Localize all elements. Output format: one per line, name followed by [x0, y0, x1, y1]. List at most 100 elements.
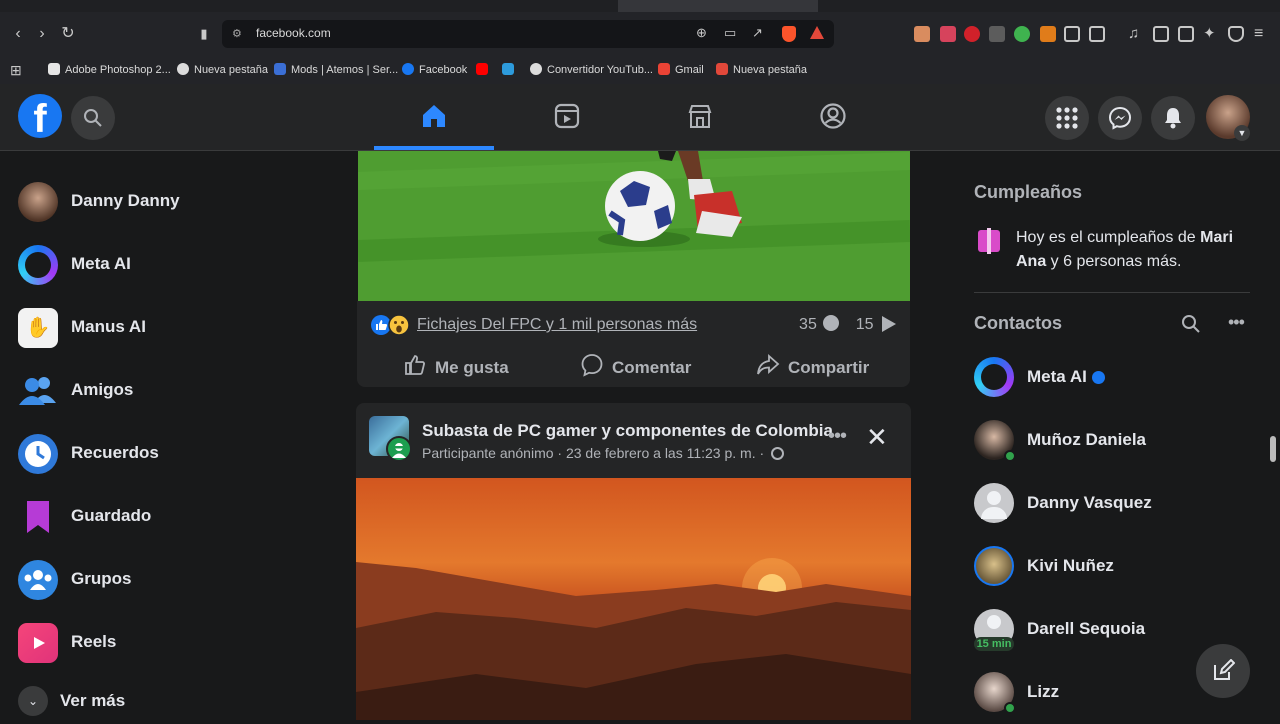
- browser-tab-strip: [0, 0, 1280, 12]
- browser-tab[interactable]: [618, 0, 818, 12]
- extension-icon[interactable]: [989, 26, 1005, 42]
- avatar: [974, 546, 1014, 586]
- menu-icon[interactable]: ≡: [1254, 26, 1270, 42]
- post-image[interactable]: [358, 151, 910, 301]
- extension-icon[interactable]: [1040, 26, 1056, 42]
- photoshop-icon: [48, 63, 60, 75]
- close-icon[interactable]: ✕: [866, 423, 888, 451]
- reload-button[interactable]: ↻: [58, 24, 78, 44]
- extension-icon[interactable]: [1089, 26, 1105, 42]
- meta-ai-inner: [981, 364, 1007, 390]
- extension-icon[interactable]: [940, 26, 956, 42]
- apps-icon[interactable]: ⊞: [10, 62, 22, 78]
- more-options-icon[interactable]: •••: [1228, 312, 1245, 333]
- contacts-title: Contactos: [974, 313, 1063, 333]
- tab-marketplace[interactable]: [645, 84, 755, 150]
- online-status-dot: [1004, 450, 1016, 462]
- extension-icon[interactable]: [964, 26, 980, 42]
- leo-ai-icon[interactable]: ✦: [1203, 26, 1219, 42]
- bookmarks-bar: ⊞ Adobe Photoshop 2... Nueva pestaña Mod…: [0, 56, 1280, 84]
- group-name[interactable]: Subasta de PC gamer y componentes de Col…: [422, 421, 833, 441]
- bookmark-item[interactable]: Mods | Atemos | Ser...: [274, 62, 398, 78]
- bell-icon: [1165, 108, 1181, 129]
- cast-icon[interactable]: ▭: [724, 25, 736, 41]
- bookmark-item[interactable]: Convertidor YouTub...: [530, 62, 653, 78]
- default-avatar-head: [987, 615, 1001, 629]
- share-icon[interactable]: ↗: [752, 25, 763, 41]
- facebook-logo[interactable]: f: [18, 94, 62, 141]
- meta-ai-inner: [25, 252, 51, 278]
- bookmark-site-icon: [502, 63, 514, 75]
- profile-icon: [820, 103, 846, 129]
- tab-reels[interactable]: [512, 84, 622, 150]
- saved-icon: [18, 497, 58, 537]
- share-count[interactable]: 15: [856, 316, 874, 333]
- groups-icon: [18, 560, 58, 600]
- brave-shield-icon[interactable]: [782, 26, 796, 42]
- bookmark-item[interactable]: Nueva pestaña: [716, 62, 807, 78]
- bookmark-item[interactable]: Gmail: [658, 62, 704, 78]
- feed-post: Subasta de PC gamer y componentes de Col…: [356, 403, 911, 720]
- bookmark-item[interactable]: [502, 62, 519, 78]
- wallet-icon[interactable]: [1178, 26, 1194, 42]
- divider: [974, 292, 1250, 293]
- birthday-text: Hoy es el cumpleaños de Mari Ana y 6 per…: [1016, 229, 1234, 270]
- sidebar-icon[interactable]: [1153, 26, 1169, 42]
- comment-button[interactable]: Comentar: [580, 353, 691, 378]
- search-icon[interactable]: [1181, 314, 1201, 334]
- default-avatar-head: [987, 491, 1001, 505]
- more-options-icon[interactable]: •••: [828, 425, 847, 448]
- back-button[interactable]: ‹: [8, 24, 28, 44]
- friends-icon: [18, 371, 58, 411]
- soccer-scene: [358, 151, 910, 301]
- share-icon: [757, 353, 780, 375]
- share-button[interactable]: Compartir: [756, 353, 869, 378]
- forward-button[interactable]: ›: [32, 24, 52, 44]
- bookmark-item[interactable]: [476, 62, 493, 78]
- globe-icon: [177, 63, 189, 75]
- music-icon[interactable]: ♫: [1128, 26, 1144, 42]
- site-info-icon[interactable]: ⚙: [232, 27, 246, 41]
- bookmark-item[interactable]: Nueva pestaña: [177, 62, 268, 78]
- brave-rewards-icon[interactable]: [810, 26, 824, 39]
- birthdays-title: Cumpleaños: [974, 182, 1083, 202]
- globe-icon: [530, 63, 542, 75]
- sunset-scene: [356, 478, 911, 720]
- engagement-counts: 35 15: [799, 315, 896, 334]
- scrollbar-thumb[interactable]: [1270, 436, 1276, 462]
- url-text: facebook.com: [256, 26, 331, 40]
- post-image[interactable]: [356, 478, 911, 720]
- chevron-down-icon: ⌄: [18, 686, 48, 716]
- browser-toolbar: ‹ › ↻ ▮ ⚙ facebook.com ⊕ ▭ ↗ ♫ ✦ ≡: [0, 12, 1280, 56]
- reactions-text[interactable]: Fichajes Del FPC y 1 mil personas más: [417, 316, 697, 334]
- bookmark-item[interactable]: Adobe Photoshop 2...: [48, 62, 171, 78]
- menu-button[interactable]: [1045, 96, 1089, 140]
- chevron-down-icon[interactable]: ▼: [1234, 125, 1250, 141]
- bookmark-icon[interactable]: ▮: [194, 24, 214, 44]
- birthday-item[interactable]: Hoy es el cumpleaños de Mari Ana y 6 per…: [974, 226, 1250, 276]
- verified-badge-icon: [1092, 371, 1105, 384]
- home-icon: [423, 105, 445, 127]
- video-icon: [554, 103, 580, 129]
- zoom-icon[interactable]: ⊕: [696, 25, 707, 41]
- post-footer: Fichajes Del FPC y 1 mil personas más 35…: [357, 301, 910, 387]
- messenger-button[interactable]: [1098, 96, 1142, 140]
- like-button[interactable]: Me gusta: [403, 353, 509, 378]
- search-button[interactable]: [71, 96, 115, 140]
- comment-count[interactable]: 35: [799, 316, 817, 333]
- puzzle-icon[interactable]: [1064, 26, 1080, 42]
- share-arrow-icon: [882, 316, 896, 332]
- address-bar[interactable]: ⚙ facebook.com ⊕ ▭ ↗: [222, 20, 834, 48]
- notifications-button[interactable]: [1151, 96, 1195, 140]
- extension-icon[interactable]: [914, 26, 930, 42]
- new-message-button[interactable]: [1196, 644, 1250, 698]
- grid-menu-icon: [1056, 107, 1078, 129]
- marketplace-icon: [688, 105, 712, 128]
- tab-home[interactable]: [374, 84, 494, 150]
- globe-icon: [771, 447, 785, 460]
- bookmark-item[interactable]: Facebook: [402, 62, 467, 78]
- extension-icon[interactable]: [1014, 26, 1030, 42]
- vpn-icon[interactable]: [1228, 26, 1244, 42]
- tab-profile[interactable]: [778, 84, 888, 150]
- facebook-icon: [402, 63, 414, 75]
